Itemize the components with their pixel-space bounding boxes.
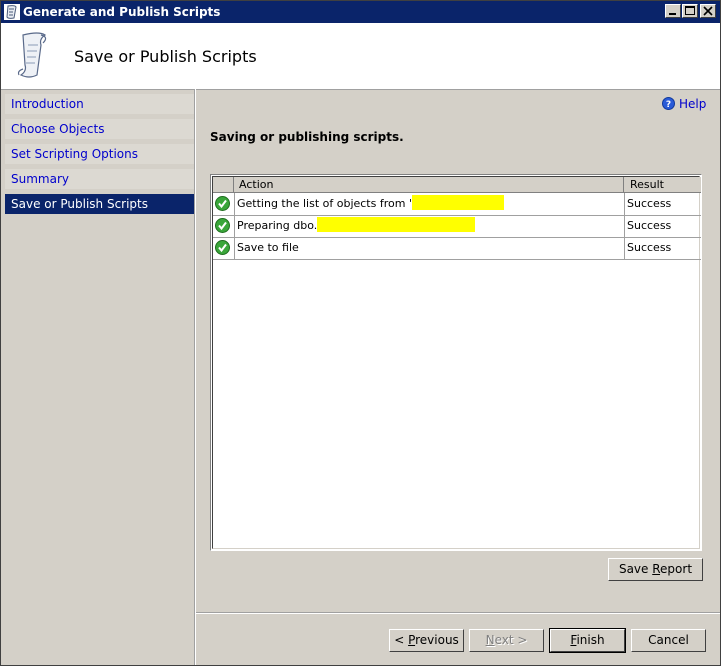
close-button[interactable] [700, 4, 716, 18]
sidebar-item-introduction[interactable]: Introduction [5, 94, 194, 114]
sidebar-item-save-or-publish-scripts[interactable]: Save or Publish Scripts [5, 194, 194, 214]
finish-label-post: inish [576, 633, 605, 647]
save-report-label-post: eport [660, 562, 693, 576]
success-check-icon [215, 218, 230, 233]
footer-divider [196, 612, 720, 614]
next-accel: N [485, 633, 495, 647]
vertical-divider [194, 89, 196, 665]
scroll-icon [4, 4, 20, 20]
save-report-accel: R [652, 562, 661, 576]
action-cell: Save to file [237, 241, 299, 254]
row-divider [213, 259, 701, 260]
column-divider [624, 193, 625, 260]
maximize-icon [685, 6, 695, 15]
sidebar-item-summary[interactable]: Summary [5, 169, 194, 189]
result-cell: Success [627, 219, 672, 232]
close-icon [703, 6, 713, 16]
sidebar-item-set-scripting-options[interactable]: Set Scripting Options [5, 144, 194, 164]
status-text: Saving or publishing scripts. [210, 130, 404, 144]
help-label: Help [679, 97, 707, 111]
action-cell: Preparing dbo. [237, 216, 476, 236]
previous-label-pre: < [394, 633, 409, 647]
minimize-button[interactable] [665, 4, 681, 18]
success-check-icon [215, 240, 230, 255]
redacted-text [411, 195, 504, 210]
title-bar[interactable]: Generate and Publish Scripts [1, 1, 720, 23]
column-header-action[interactable]: Action [234, 177, 624, 193]
window-title: Generate and Publish Scripts [23, 5, 221, 19]
action-cell: Getting the list of objects from ' [237, 194, 504, 214]
action-text: Getting the list of objects from ' [237, 197, 412, 210]
column-header-status[interactable] [213, 177, 234, 193]
result-cell: Success [627, 241, 672, 254]
scroll-icon [17, 32, 47, 78]
maximize-button[interactable] [682, 4, 698, 18]
page-title: Save or Publish Scripts [74, 47, 257, 66]
help-link[interactable]: ? Help [662, 97, 706, 111]
redacted-text [317, 217, 476, 232]
sidebar-item-choose-objects[interactable]: Choose Objects [5, 119, 194, 139]
wizard-header: Save or Publish Scripts [1, 23, 720, 90]
finish-button[interactable]: Finish [549, 628, 626, 653]
next-button[interactable]: Next > [469, 629, 544, 652]
sidebar: Introduction Choose Objects Set Scriptin… [5, 94, 194, 662]
minimize-icon [669, 13, 676, 15]
success-check-icon [215, 196, 230, 211]
previous-button[interactable]: < Previous [389, 629, 464, 652]
grid-body: Action Result Getting the list of object… [212, 176, 701, 549]
cancel-button[interactable]: Cancel [631, 629, 706, 652]
results-grid[interactable]: Action Result Getting the list of object… [210, 174, 702, 551]
previous-label-post: revious [415, 633, 459, 647]
column-header-result[interactable]: Result [624, 177, 701, 193]
result-cell: Success [627, 197, 672, 210]
column-divider [234, 193, 235, 260]
action-text: Preparing dbo. [237, 219, 318, 232]
save-report-label-pre: Save [618, 562, 653, 576]
svg-text:?: ? [666, 100, 671, 110]
save-report-button[interactable]: Save Report [608, 558, 703, 581]
dialog-window: Generate and Publish Scripts Save or Pub… [0, 0, 721, 666]
next-label-post: ext > [494, 633, 528, 647]
help-icon: ? [662, 97, 675, 110]
